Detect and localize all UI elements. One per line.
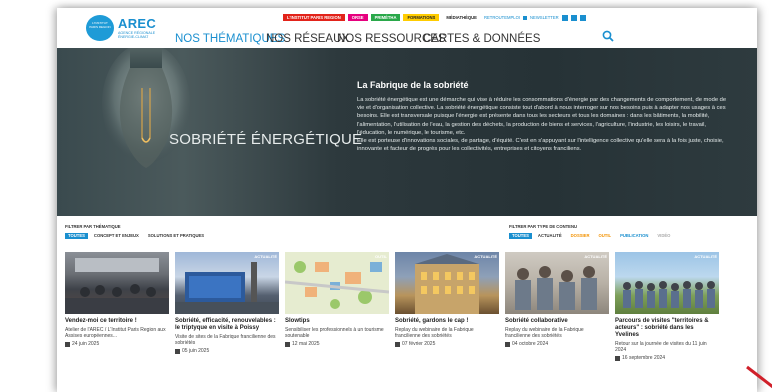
calendar-icon [395,341,400,347]
card-title[interactable]: Sobriété, efficacité, renouvelables : le… [175,318,279,332]
lightbulb-image [102,48,190,168]
card-date: 04 octobre 2024 [505,341,609,347]
card-thumbnail: ACTUALITÉ [615,252,719,314]
calendar-icon [615,355,620,361]
link-retroutemploi[interactable]: RETROUTEMPLOI [484,14,520,21]
chip-video[interactable]: VIDÉO [654,233,673,239]
card-title[interactable]: Vendez-moi ce territoire ! [65,318,169,325]
chip-actualite[interactable]: ACTUALITÉ [535,233,565,239]
card-tag: ACTUALITÉ [474,254,497,259]
pill-orse[interactable]: ORSE [347,14,368,21]
card-gardons-le-cap[interactable]: ACTUALITÉ Sobriété, gardons le cap ! Rep… [395,252,499,392]
card-date-text: 05 juin 2025 [182,348,210,354]
institut-logo-badge[interactable]: L'INSTITUT PARIS REGION [86,15,114,41]
card-thumbnail: OUTIL [285,252,389,314]
card-tag: ACTUALITÉ [254,254,277,259]
card-sobriete-efficacite[interactable]: ACTUALITÉ Sobriété, efficacité, renouvel… [175,252,279,392]
youtube-icon[interactable] [579,14,586,21]
chip-concept-enjeux[interactable]: CONCEPT ET ENJEUX [91,233,142,239]
card-description: Visite de sites de la Fabrique francilie… [175,334,276,346]
filter-theme-label: FILTRER PAR THÉMATIQUE [65,224,121,229]
card-title[interactable]: Sobriété collaborative [505,318,609,325]
card-description: Atelier de l'AREC / L'Institut Paris Reg… [65,327,166,339]
twitter-icon[interactable] [570,14,577,21]
calendar-icon [175,348,180,354]
card-thumbnail: ACTUALITÉ [175,252,279,314]
link-newsletter[interactable]: NEWSLETTER [530,14,559,21]
filter-type-label: FILTRER PAR TYPE DE CONTENU [509,224,578,229]
pill-primetha[interactable]: PRIMÉTHA [370,14,401,21]
card-tag: ACTUALITÉ [584,254,607,259]
card-date: 24 juin 2025 [65,341,169,347]
linkedin-icon[interactable] [561,14,568,21]
card-title[interactable]: Parcours de visites "territoires & acteu… [615,318,719,339]
card-description: Replay du webinaire de la Fabrique franc… [395,327,474,339]
hero-paragraph-1: La sobriété énergétique est une démarche… [357,97,727,136]
chip-type-toutes[interactable]: TOUTES [509,233,532,239]
hero-title: SOBRIÉTÉ ÉNERGÉTIQUE [169,131,363,148]
hero-banner: SOBRIÉTÉ ÉNERGÉTIQUE La Fabrique de la s… [57,48,757,216]
nav-cartes-donnees[interactable]: CARTES & DONNÉES [423,33,540,45]
filters-bar: FILTRER PAR THÉMATIQUE TOUTES CONCEPT ET… [57,216,757,252]
card-thumbnail: ACTUALITÉ [505,252,609,314]
calendar-icon [505,341,510,347]
chip-publication[interactable]: PUBLICATION [617,233,651,239]
content-cards: Vendez-moi ce territoire ! Atelier de l'… [65,252,755,392]
card-title[interactable]: Sobriété, gardons le cap ! [395,318,499,325]
arec-logo[interactable]: AREC AGENCE RÉGIONALE ÉNERGIE-CLIMAT [118,16,158,39]
card-description: Retour sur la journée de visites du 11 j… [615,341,707,353]
browser-page: L'INSTITUT PARIS REGION AREC AGENCE RÉGI… [57,8,757,392]
card-description: Replay du webinaire de la Fabrique franc… [505,327,584,339]
card-date: 16 septembre 2024 [615,355,719,361]
hero-paragraph-2: Elle est porteuse d'innovations sociales… [357,138,724,153]
logo-badge-text: L'INSTITUT PARIS REGION [89,21,111,29]
card-title[interactable]: Slowtips [285,318,389,325]
card-sobriete-collaborative[interactable]: ACTUALITÉ Sobriété collaborative Replay … [505,252,609,392]
card-date-text: 24 juin 2025 [72,341,100,347]
filter-type-chips: TOUTES ACTUALITÉ DOSSIER OUTIL PUBLICATI… [509,233,673,239]
card-date-text: 07 février 2025 [402,341,436,347]
card-tag: OUTIL [375,254,387,259]
pill-institut[interactable]: L'INSTITUT PARIS REGION [283,14,345,21]
chip-dossier[interactable]: DOSSIER [568,233,593,239]
card-date: 12 mai 2025 [285,341,389,347]
logo-subtitle: AGENCE RÉGIONALE ÉNERGIE-CLIMAT [118,31,156,39]
calendar-icon [65,341,70,347]
chip-outil[interactable]: OUTIL [596,233,615,239]
pill-formations[interactable]: FORMATIONS [403,14,440,21]
pill-mediatheque[interactable]: MÉDIATHÈQUE [442,14,481,21]
calendar-icon [285,341,290,347]
mail-icon [523,15,528,20]
card-date: 07 février 2025 [395,341,499,347]
top-utility-bar: L'INSTITUT PARIS REGION ORSE PRIMÉTHA FO… [283,14,586,21]
card-slowtips[interactable]: OUTIL Slowtips Sensibiliser les professi… [285,252,389,392]
site-header: L'INSTITUT PARIS REGION AREC AGENCE RÉGI… [57,8,757,48]
hero-body: La sobriété énergétique est une démarche… [357,96,733,153]
card-parcours-yvelines[interactable]: ACTUALITÉ Parcours de visites "territoir… [615,252,719,392]
card-thumbnail [65,252,169,314]
card-date-text: 04 octobre 2024 [512,341,549,347]
card-vendez-moi[interactable]: Vendez-moi ce territoire ! Atelier de l'… [65,252,169,392]
search-icon[interactable] [602,30,614,42]
card-description: Sensibiliser les professionnels à un tou… [285,327,384,339]
chip-solutions-pratiques[interactable]: SOLUTIONS ET PRATIQUES [145,233,207,239]
card-thumbnail: ACTUALITÉ [395,252,499,314]
card-tag: ACTUALITÉ [694,254,717,259]
main-nav: NOS THÉMATIQUES NOS RÉSEAUX NOS RESSOURC… [175,29,540,47]
card-date: 05 juin 2025 [175,348,279,354]
card-date-text: 16 septembre 2024 [622,355,666,361]
card-date-text: 12 mai 2025 [292,341,320,347]
logo-title: AREC [118,16,157,31]
chip-theme-toutes[interactable]: TOUTES [65,233,88,239]
filter-theme-chips: TOUTES CONCEPT ET ENJEUX SOLUTIONS ET PR… [65,233,207,239]
decorative-arrow-icon [746,365,772,389]
hero-heading: La Fabrique de la sobriété [357,80,469,90]
